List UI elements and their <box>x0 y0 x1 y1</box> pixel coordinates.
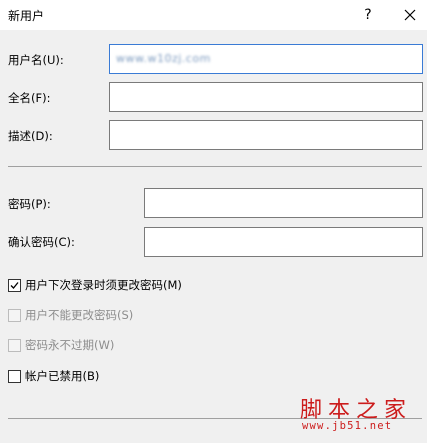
checkbox <box>8 308 21 322</box>
description-input[interactable] <box>109 120 423 150</box>
description-label: 描述(D): <box>8 129 53 143</box>
option-label: 密码永不过期(W) <box>25 338 115 352</box>
fullname-label: 全名(F): <box>8 91 51 105</box>
help-icon: ? <box>364 7 372 23</box>
checkbox[interactable] <box>8 369 21 383</box>
window-title: 新用户 <box>8 9 45 23</box>
password-input[interactable] <box>144 188 423 218</box>
check-icon <box>10 281 19 289</box>
password-label: 密码(P): <box>8 197 51 211</box>
option-must-change-password[interactable]: 用户下次登录时须更改密码(M) <box>8 277 182 293</box>
confirm-password-label: 确认密码(C): <box>8 235 75 249</box>
username-input[interactable]: www.w10zj.com <box>109 44 423 74</box>
title-bar: 新用户 ? <box>0 0 427 30</box>
option-cannot-change-password: 用户不能更改密码(S) <box>8 307 133 323</box>
option-account-disabled[interactable]: 帐户已禁用(B) <box>8 368 99 384</box>
checkbox <box>8 338 21 352</box>
option-password-never-expires: 密码永不过期(W) <box>8 337 114 353</box>
option-label: 帐户已禁用(B) <box>25 369 100 383</box>
username-value: www.w10zj.com <box>116 52 211 65</box>
divider-top <box>8 166 422 167</box>
help-button[interactable]: ? <box>348 0 388 30</box>
close-icon <box>404 9 416 21</box>
watermark-url: www.jb51.net <box>302 420 393 432</box>
close-button[interactable] <box>393 0 427 30</box>
option-label: 用户不能更改密码(S) <box>25 308 134 322</box>
username-label: 用户名(U): <box>8 53 64 67</box>
checkbox[interactable] <box>8 278 21 292</box>
fullname-input[interactable] <box>109 82 423 112</box>
watermark-logo: 脚本之家 www.jb51.net <box>300 392 424 436</box>
option-label: 用户下次登录时须更改密码(M) <box>25 278 182 292</box>
confirm-password-input[interactable] <box>144 227 423 257</box>
